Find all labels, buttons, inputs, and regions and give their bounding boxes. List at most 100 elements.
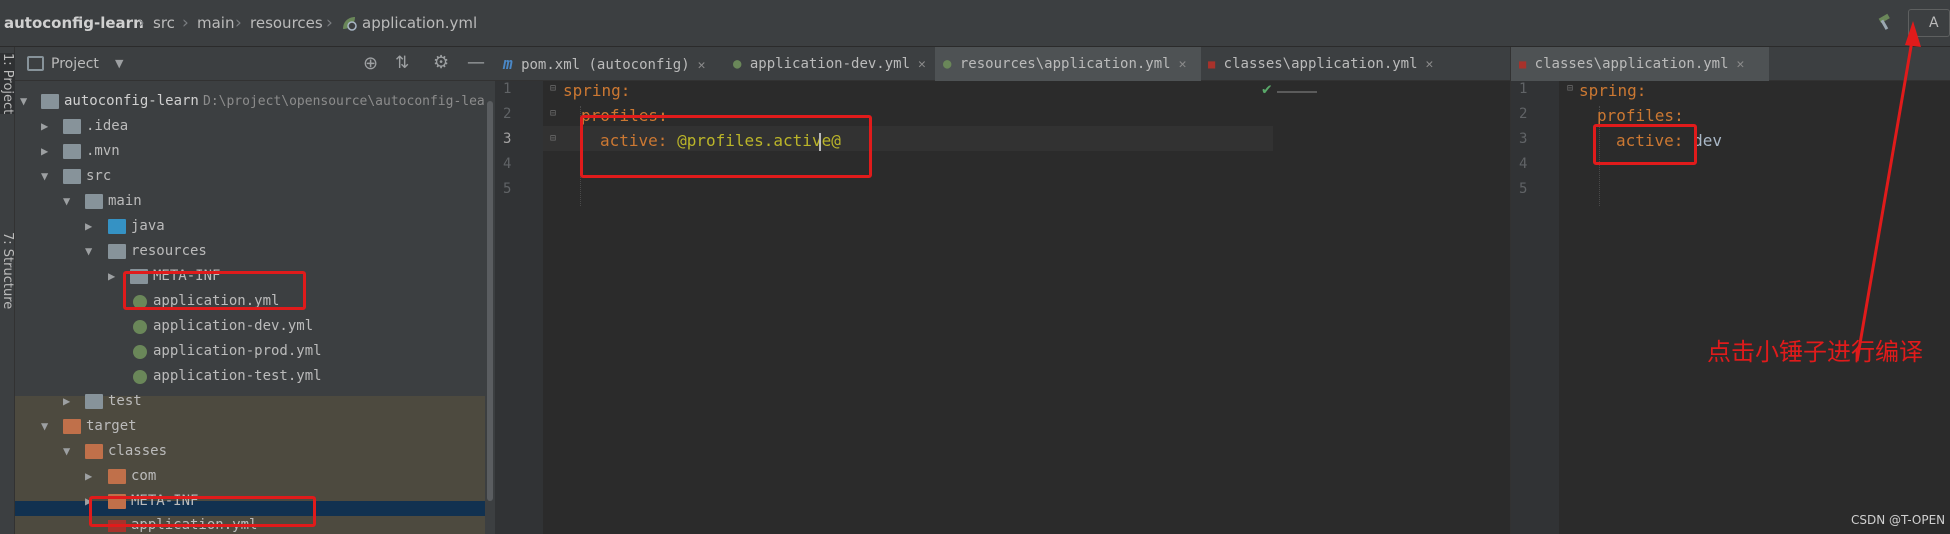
breadcrumb-separator: › [235, 13, 242, 33]
line-number: 3 [503, 131, 512, 147]
chevron-down-icon: ▼ [63, 444, 71, 458]
tree-item-application-dev-yml[interactable]: application-dev.yml [15, 314, 495, 339]
tree-item-label: resources [131, 243, 207, 259]
tree-item-label: target [86, 418, 137, 434]
checkmark-icon: ✔ [1262, 79, 1272, 98]
excluded-folder-icon [63, 419, 81, 434]
tree-item-label: main [108, 193, 142, 209]
tree-item-com[interactable]: ▶ com [15, 464, 495, 489]
chevron-down-icon[interactable]: ▼ [115, 47, 123, 81]
line-gutter: 1 2 3 4 5 [1511, 81, 1559, 534]
project-panel-header: Project ▼ ⊕ ⇅ ⚙ — [15, 47, 495, 81]
gear-icon[interactable]: ⚙ [433, 52, 449, 73]
tree-item-test[interactable]: ▶ test [15, 389, 495, 414]
breadcrumb-src[interactable]: src [153, 0, 175, 47]
tree-item-java[interactable]: ▶ java [15, 214, 495, 239]
close-icon[interactable]: ✕ [1179, 57, 1187, 72]
breadcrumb-file[interactable]: application.yml [362, 0, 477, 47]
tab-label: classes\application.yml [1534, 56, 1729, 72]
tool-tab-project[interactable]: 1: Project [0, 53, 15, 115]
tree-item-mvn[interactable]: ▶ .mvn [15, 139, 495, 164]
spring-leaf-icon [133, 320, 147, 334]
side-tool-strip: 1: Project 7: Structure [0, 47, 15, 534]
breadcrumb-resources[interactable]: resources [250, 0, 323, 47]
tree-item-label: src [86, 168, 112, 184]
tree-item-label: .idea [86, 118, 129, 134]
close-icon[interactable]: ✕ [1426, 57, 1434, 72]
tree-item-resources[interactable]: ▼ resources [15, 239, 495, 264]
tab-resources-application-yml[interactable]: ● resources\application.yml ✕ [935, 47, 1201, 84]
close-icon[interactable]: ✕ [1737, 57, 1745, 72]
yaml-key: profiles [1597, 106, 1675, 125]
chevron-down-icon: ▼ [63, 194, 71, 208]
breadcrumb-separator: › [326, 13, 333, 33]
resources-folder-icon [108, 244, 126, 259]
tree-item-path: D:\project\opensource\autoconfig-lea [203, 94, 485, 109]
line-number: 1 [1519, 81, 1528, 97]
editor-right[interactable]: 1 2 3 4 5 ⊟ spring: profiles: active: de… [1510, 21, 1950, 534]
folder-icon [85, 194, 103, 209]
tool-tab-structure[interactable]: 7: Structure [0, 232, 15, 309]
tab-pom-xml[interactable]: m pom.xml (autoconfig) ✕ [495, 47, 726, 81]
tab-classes-application-yml-right[interactable]: ■ classes\application.yml ✕ [1511, 47, 1769, 84]
tree-item-label: autoconfig-learn [64, 93, 199, 109]
fold-marker-icon[interactable]: ⊟ [550, 133, 556, 144]
yaml-value: dev [1693, 131, 1722, 150]
breadcrumb-separator: › [182, 13, 189, 33]
fold-marker-icon[interactable]: ⊟ [1567, 83, 1573, 94]
project-panel-title[interactable]: Project [51, 47, 99, 81]
fold-marker-icon[interactable]: ⊟ [550, 108, 556, 119]
annotation-text: 点击小锤子进行编译 [1707, 338, 1923, 366]
breadcrumb-separator: › [138, 13, 145, 33]
tab-application-dev-yml[interactable]: ● application-dev.yml ✕ [725, 47, 938, 81]
collapse-all-icon[interactable]: ⇅ [395, 53, 409, 73]
spring-leaf-icon: ● [733, 56, 742, 72]
tree-item-autoconfig-learn[interactable]: ▼ autoconfig-learn D:\project\opensource… [15, 89, 495, 114]
tree-item-idea[interactable]: ▶ .idea [15, 114, 495, 139]
chevron-right-icon: ▶ [41, 144, 49, 158]
chevron-down-icon: ▼ [41, 169, 49, 183]
tree-item-label: com [131, 468, 157, 484]
breadcrumb-project[interactable]: autoconfig-learn [4, 0, 144, 47]
tree-item-label: application-dev.yml [153, 318, 314, 334]
yaml-colon: : [1636, 81, 1647, 100]
tree-item-main[interactable]: ▼ main [15, 189, 495, 214]
chevron-right-icon: ▶ [85, 469, 93, 483]
annotation-highlight-box [580, 115, 872, 178]
breadcrumb-main[interactable]: main [197, 0, 234, 47]
tree-item-src[interactable]: ▼ src [15, 164, 495, 189]
line-number: 5 [503, 181, 512, 197]
tree-item-target[interactable]: ▼ target [15, 414, 495, 439]
chevron-right-icon: ▶ [41, 119, 49, 133]
folder-icon [63, 119, 81, 134]
excluded-folder-icon [108, 469, 126, 484]
minimize-icon[interactable]: — [467, 52, 485, 73]
folder-icon [63, 144, 81, 159]
tree-item-application-prod-yml[interactable]: application-prod.yml [15, 339, 495, 364]
tree-item-label: application-prod.yml [153, 343, 322, 359]
yaml-key: spring [1579, 81, 1637, 100]
fold-marker-icon[interactable]: ⊟ [550, 83, 556, 94]
module-folder-icon [41, 94, 59, 109]
annotation-arrow [1855, 21, 1921, 362]
line-gutter: 1 2 3 4 5 [495, 81, 543, 534]
tab-classes-application-yml[interactable]: ■ classes\application.yml ✕ [1200, 47, 1443, 81]
tree-item-classes[interactable]: ▼ classes [15, 439, 495, 464]
close-icon[interactable]: ✕ [918, 57, 926, 72]
project-window-icon [27, 56, 44, 71]
chevron-right-icon: ▶ [108, 269, 116, 283]
tree-item-application-test-yml[interactable]: application-test.yml [15, 364, 495, 389]
editor-left[interactable]: 1 2 3 4 5 ⊟ ⊟ ⊟ spring: profiles: active… [495, 79, 1510, 534]
locate-icon[interactable]: ⊕ [363, 53, 378, 74]
chevron-down-icon: ▼ [20, 94, 28, 108]
project-tree: ▼ autoconfig-learn D:\project\opensource… [15, 81, 495, 534]
inspection-widget-icon[interactable] [1277, 85, 1317, 93]
maven-icon: m [503, 54, 513, 73]
annotation-highlight-box [1593, 124, 1697, 165]
tab-label: resources\application.yml [959, 56, 1171, 72]
close-icon[interactable]: ✕ [698, 58, 706, 73]
yaml-colon: : [1674, 106, 1684, 125]
annotation-highlight-box [89, 496, 316, 527]
line-number: 1 [503, 81, 512, 97]
line-number: 4 [1519, 156, 1528, 172]
